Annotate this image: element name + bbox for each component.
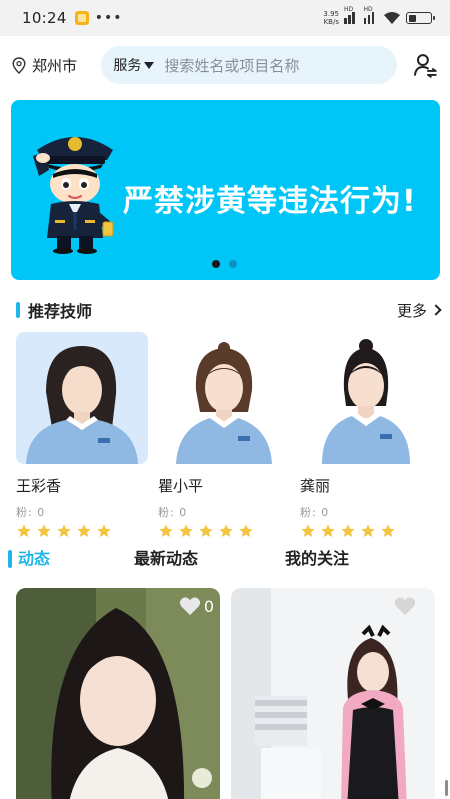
police-mascot-icon xyxy=(33,137,114,254)
technician-card[interactable]: 瞿小平 粉: 0 xyxy=(158,332,290,539)
technician-avatar xyxy=(300,332,432,464)
carousel-dots xyxy=(212,260,237,268)
technician-name: 瞿小平 xyxy=(158,477,204,495)
star-icon xyxy=(37,524,51,537)
signal-icon: HD xyxy=(344,6,359,24)
star-icon xyxy=(239,524,253,537)
recommended-header: 推荐技师 更多 xyxy=(16,296,442,324)
rating-stars xyxy=(16,523,148,539)
star-icon xyxy=(97,524,111,537)
scrollbar-thumb[interactable] xyxy=(445,780,448,796)
wifi-icon xyxy=(384,12,400,24)
tab-label: 动态 xyxy=(18,549,51,568)
star-icon xyxy=(179,524,193,537)
user-switch-icon[interactable] xyxy=(412,52,438,78)
city-label: 郑州市 xyxy=(32,56,78,75)
tab-dynamic[interactable]: 动态 xyxy=(8,546,50,572)
feed-card[interactable]: 0 xyxy=(16,588,220,799)
signal-icon-2: HD xyxy=(363,6,379,24)
location-pin-icon xyxy=(12,56,26,74)
more-link[interactable]: 更多 xyxy=(396,300,442,321)
section-accent-bar xyxy=(16,302,20,318)
carousel-dot-1[interactable] xyxy=(212,260,220,268)
heart-icon xyxy=(394,597,416,616)
technician-name: 龚丽 xyxy=(300,477,331,495)
like-button[interactable]: 0 xyxy=(179,596,214,616)
star-icon xyxy=(17,524,31,537)
star-icon xyxy=(77,524,91,537)
tab-accent-bar xyxy=(8,550,12,568)
search-input[interactable]: 搜索姓名或项目名称 xyxy=(164,55,299,76)
heart-icon xyxy=(179,597,200,616)
feed-tabs: 动态 最新动态 我的关注 xyxy=(8,546,450,572)
star-icon xyxy=(159,524,173,537)
star-icon xyxy=(341,524,355,537)
technician-fans: 粉: 0 xyxy=(16,506,46,519)
rating-stars xyxy=(158,523,290,539)
search-category-select[interactable]: 服务 xyxy=(113,55,141,75)
technician-card[interactable]: 王彩香 粉: 0 xyxy=(16,332,148,539)
section-title: 推荐技师 xyxy=(28,302,93,321)
star-icon xyxy=(199,524,213,537)
technician-list: 王彩香 粉: 0 瞿小平 粉: 0 龚丽 粉: 0 xyxy=(16,332,450,537)
star-icon xyxy=(57,524,71,537)
like-count: 0 xyxy=(203,596,214,616)
tab-label: 最新动态 xyxy=(134,549,199,568)
tab-latest[interactable]: 最新动态 xyxy=(134,546,198,572)
status-bar: 10:24 ••• 3.95 KB/s HD HD xyxy=(0,0,450,36)
more-notifications-icon: ••• xyxy=(94,10,123,26)
star-icon xyxy=(301,524,315,537)
feed-photo xyxy=(16,588,220,799)
star-icon xyxy=(219,524,233,537)
banner-text: 严禁涉黄等违法行为! xyxy=(123,184,417,219)
net-speed: 3.95 KB/s xyxy=(323,10,339,26)
caret-down-icon xyxy=(144,61,155,69)
tab-label: 我的关注 xyxy=(285,549,350,568)
technician-avatar xyxy=(158,332,290,464)
technician-card[interactable]: 龚丽 粉: 0 xyxy=(300,332,432,539)
feed-card[interactable] xyxy=(231,588,435,799)
promo-banner[interactable]: 严禁涉黄等违法行为! xyxy=(11,100,440,280)
star-icon xyxy=(321,524,335,537)
more-label: 更多 xyxy=(396,301,427,320)
rating-stars xyxy=(300,523,432,539)
city-selector[interactable]: 郑州市 xyxy=(12,55,95,76)
feed-photo xyxy=(231,588,435,799)
status-time: 10:24 xyxy=(22,9,67,27)
status-indicators: 3.95 KB/s HD HD xyxy=(323,6,435,26)
top-bar: 郑州市 服务 搜索姓名或项目名称 xyxy=(0,36,450,94)
tab-following[interactable]: 我的关注 xyxy=(285,546,349,572)
battery-icon xyxy=(406,12,435,24)
carousel-dot-2[interactable] xyxy=(229,260,237,268)
technician-fans: 粉: 0 xyxy=(300,506,330,519)
technician-name: 王彩香 xyxy=(16,477,62,495)
technician-avatar xyxy=(16,332,148,464)
technician-fans: 粉: 0 xyxy=(158,506,188,519)
star-icon xyxy=(381,524,395,537)
search-bar[interactable]: 服务 搜索姓名或项目名称 xyxy=(101,46,398,84)
chevron-right-icon xyxy=(430,304,442,316)
app-notification-icon xyxy=(74,11,89,25)
star-icon xyxy=(361,524,375,537)
like-button[interactable] xyxy=(394,596,419,616)
